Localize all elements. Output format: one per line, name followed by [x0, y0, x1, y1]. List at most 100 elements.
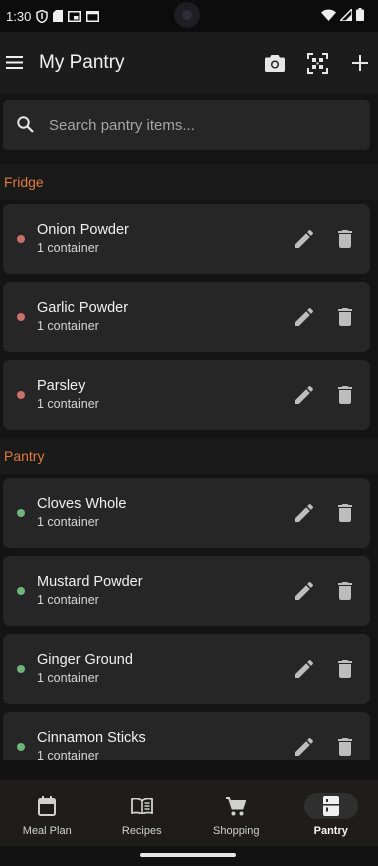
nav-item-shopping[interactable]: Shopping — [189, 780, 284, 846]
item-quantity: 1 container — [37, 671, 99, 685]
search-input[interactable] — [49, 114, 349, 136]
section-title: Fridge — [4, 174, 44, 190]
edit-button[interactable] — [293, 658, 315, 680]
nav-item-meal-plan[interactable]: Meal Plan — [0, 780, 95, 846]
menu-button[interactable] — [5, 53, 23, 71]
list-item[interactable]: Ginger Ground 1 container — [3, 634, 370, 704]
list-item[interactable]: Mustard Powder 1 container — [3, 556, 370, 626]
list-item[interactable]: Garlic Powder 1 container — [3, 282, 370, 352]
section-header-fridge: Fridge — [0, 164, 378, 200]
trash-icon — [338, 386, 352, 404]
nav-pill — [20, 793, 74, 819]
trash-icon — [338, 504, 352, 522]
list-item[interactable]: Onion Powder 1 container — [3, 204, 370, 274]
item-quantity: 1 container — [37, 397, 99, 411]
edit-button[interactable] — [293, 228, 315, 250]
scan-barcode-icon — [306, 52, 328, 74]
battery-icon — [356, 8, 364, 26]
status-dot — [17, 235, 25, 243]
trash-icon — [338, 308, 352, 326]
section-header-pantry: Pantry — [0, 438, 378, 474]
pantry-list[interactable]: Fridge Onion Powder 1 container Garlic P… — [0, 164, 378, 760]
search-icon — [16, 115, 36, 135]
nav-label: Recipes — [121, 825, 162, 837]
item-name: Ginger Ground — [37, 652, 133, 668]
calendar-icon — [38, 796, 57, 816]
sd-card-icon — [53, 10, 64, 22]
gesture-area — [0, 846, 378, 866]
item-quantity: 1 container — [37, 515, 99, 529]
status-system-icons — [321, 7, 364, 26]
nav-label: Pantry — [313, 825, 348, 837]
nav-item-recipes[interactable]: Recipes — [95, 780, 190, 846]
delete-button[interactable] — [334, 384, 356, 406]
status-time: 1:30 — [6, 8, 32, 24]
add-icon — [352, 55, 368, 71]
status-bar: 1:30 — [0, 0, 378, 32]
camera-icon — [265, 54, 285, 72]
pencil-icon — [295, 386, 313, 404]
pantry-icon — [322, 796, 339, 816]
delete-button[interactable] — [334, 658, 356, 680]
shield-icon — [36, 9, 49, 23]
trash-icon — [338, 230, 352, 248]
book-icon — [130, 798, 153, 814]
delete-button[interactable] — [334, 228, 356, 250]
status-dot — [17, 391, 25, 399]
item-quantity: 1 container — [37, 319, 99, 333]
picture-in-picture-icon — [68, 10, 82, 22]
delete-button[interactable] — [334, 580, 356, 602]
status-dot — [17, 509, 25, 517]
status-dot — [17, 743, 25, 751]
nav-pill — [115, 793, 169, 819]
pencil-icon — [295, 582, 313, 600]
item-name: Parsley — [37, 378, 86, 394]
item-quantity: 1 container — [37, 749, 99, 760]
edit-button[interactable] — [293, 736, 315, 758]
item-name: Onion Powder — [37, 222, 129, 238]
item-name: Cloves Whole — [37, 496, 127, 512]
front-camera — [174, 2, 200, 28]
edit-button[interactable] — [293, 580, 315, 602]
status-dot — [17, 665, 25, 673]
nav-item-pantry[interactable]: Pantry — [284, 780, 378, 846]
list-item[interactable]: Parsley 1 container — [3, 360, 370, 430]
search-area — [0, 94, 378, 164]
delete-button[interactable] — [334, 306, 356, 328]
app-bar: My Pantry — [0, 32, 378, 94]
item-name: Garlic Powder — [37, 300, 129, 316]
trash-icon — [338, 738, 352, 756]
edit-button[interactable] — [293, 502, 315, 524]
edit-button[interactable] — [293, 306, 315, 328]
status-notification-icons — [36, 9, 100, 23]
wifi-icon — [321, 8, 336, 26]
nav-pill-active — [303, 793, 358, 819]
status-dot — [17, 587, 25, 595]
nav-label: Shopping — [213, 825, 260, 837]
scan-barcode-button[interactable] — [306, 52, 328, 74]
bottom-navigation: Meal Plan Recipes Shopping Pantry — [0, 780, 378, 846]
search-bar[interactable] — [3, 100, 370, 150]
list-bottom-spacer — [0, 760, 378, 780]
edit-button[interactable] — [293, 384, 315, 406]
home-gesture-bar[interactable] — [140, 853, 236, 857]
window-icon — [86, 10, 100, 22]
list-item[interactable]: Cloves Whole 1 container — [3, 478, 370, 548]
page-title: My Pantry — [39, 52, 125, 73]
pencil-icon — [295, 230, 313, 248]
section-title: Pantry — [4, 448, 45, 464]
status-dot — [17, 313, 25, 321]
pencil-icon — [295, 504, 313, 522]
delete-button[interactable] — [334, 736, 356, 758]
camera-button[interactable] — [264, 52, 286, 74]
item-quantity: 1 container — [37, 593, 99, 607]
cart-icon — [226, 796, 247, 815]
item-quantity: 1 container — [37, 241, 99, 255]
delete-button[interactable] — [334, 502, 356, 524]
add-item-button[interactable] — [349, 52, 371, 74]
nav-pill — [209, 793, 263, 819]
cell-signal-icon — [338, 7, 353, 26]
list-item[interactable]: Cinnamon Sticks 1 container — [3, 712, 370, 760]
hamburger-menu-icon — [5, 55, 23, 69]
pencil-icon — [295, 660, 313, 678]
